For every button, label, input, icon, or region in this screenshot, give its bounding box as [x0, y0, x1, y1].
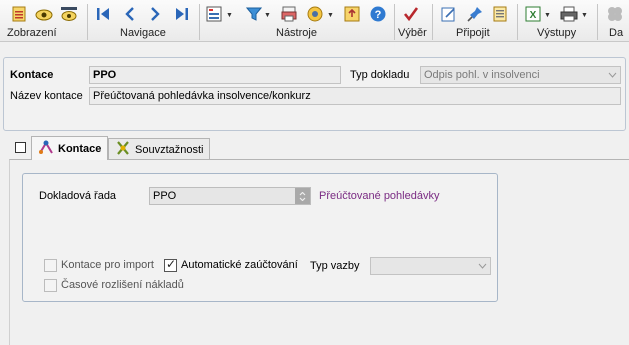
- casove-rozliseni-checkbox[interactable]: [44, 279, 57, 292]
- print-setup-icon[interactable]: [280, 5, 298, 23]
- group-label-pripojit: Připojit: [456, 27, 490, 39]
- first-record-icon[interactable]: [95, 5, 113, 23]
- group-label-da: Da: [609, 27, 624, 39]
- chevron-down-icon[interactable]: ▼: [226, 12, 233, 19]
- toolbar-separator: [199, 4, 200, 40]
- list-eye-icon[interactable]: [60, 5, 78, 23]
- export-icon[interactable]: [343, 5, 361, 23]
- help-icon[interactable]: ?: [369, 5, 387, 23]
- toolbar-separator: [517, 4, 518, 40]
- svg-text:X: X: [530, 10, 537, 21]
- group-label-vyber: Výběr: [398, 27, 427, 39]
- group-label-zobrazeni: Zobrazení: [7, 27, 57, 39]
- typ-dokladu-select[interactable]: Odpis pohl. v insolvenci: [420, 66, 621, 84]
- group-label-nastroje: Nástroje: [276, 27, 317, 39]
- automaticke-zauctovani-label: Automatické zaúčtování: [181, 259, 298, 271]
- tab-panel-toggle-checkbox[interactable]: [15, 142, 26, 153]
- toolbar-separator: [597, 4, 598, 40]
- typ-vazby-label: Typ vazby: [310, 260, 360, 272]
- tab-strip: Kontace Souvztažnosti: [0, 136, 629, 160]
- typ-dokladu-label: Typ dokladu: [350, 69, 410, 81]
- toolbar-separator: [432, 4, 433, 40]
- tab-kontace[interactable]: Kontace: [31, 136, 109, 160]
- document-list-icon[interactable]: [491, 5, 509, 23]
- attach-pin-icon[interactable]: [466, 5, 484, 23]
- kontace-label: Kontace: [10, 69, 54, 81]
- kontace-pro-import-label: Kontace pro import: [61, 259, 154, 271]
- clover-icon[interactable]: [606, 5, 624, 23]
- tab-souvztaznosti[interactable]: Souvztažnosti: [108, 138, 211, 160]
- group-label-navigace: Navigace: [120, 27, 166, 39]
- chevron-down-icon: [478, 262, 487, 270]
- dokladova-rada-field[interactable]: PPO: [149, 187, 311, 205]
- toolbar-separator: [394, 4, 395, 40]
- preview-eye-icon[interactable]: [35, 5, 53, 23]
- ribbon-toolbar: Zobrazení Navigace ▼ ▼ ▼ ? Nástroje Výbě…: [0, 0, 629, 42]
- filter-icon[interactable]: [245, 5, 263, 23]
- toolbar-separator: [87, 4, 88, 40]
- chevron-down-icon: [608, 71, 617, 79]
- chevron-down-icon[interactable]: ▼: [327, 12, 334, 19]
- last-record-icon[interactable]: [172, 5, 190, 23]
- rada-lookup-button[interactable]: [295, 188, 310, 204]
- settings-calendar-icon[interactable]: [306, 5, 324, 23]
- chevron-down-icon[interactable]: ▼: [544, 12, 551, 19]
- souvztaznosti-tab-icon: [115, 140, 131, 159]
- excel-export-icon[interactable]: X: [524, 5, 542, 23]
- dokladova-rada-label: Dokladová řada: [39, 190, 117, 202]
- svg-text:?: ?: [375, 9, 382, 21]
- kontace-tab-icon: [38, 139, 54, 158]
- printer-icon[interactable]: [560, 5, 578, 23]
- next-record-icon[interactable]: [146, 5, 164, 23]
- automaticke-zauctovani-checkbox[interactable]: [164, 257, 177, 272]
- tab-kontace-label: Kontace: [58, 142, 102, 155]
- typ-vazby-select[interactable]: [370, 257, 491, 275]
- tab-souvztaznosti-label: Souvztažnosti: [135, 143, 204, 156]
- nazev-kontace-label: Název kontace: [10, 90, 83, 102]
- dokladova-rada-value: PPO: [153, 190, 177, 202]
- chevron-down-icon[interactable]: ▼: [264, 12, 271, 19]
- nazev-kontace-field[interactable]: Přeúčtovaná pohledávka insolvence/konkur…: [89, 87, 621, 105]
- casove-rozliseni-label: Časové rozlišení nákladů: [61, 279, 184, 291]
- kontace-field[interactable]: PPO: [89, 66, 341, 84]
- previous-record-icon[interactable]: [121, 5, 139, 23]
- select-check-icon[interactable]: [402, 5, 420, 23]
- columns-tool-icon[interactable]: [205, 5, 223, 23]
- chevron-down-icon[interactable]: ▼: [581, 12, 588, 19]
- edit-note-icon[interactable]: [440, 5, 458, 23]
- dokladova-rada-description: Přeúčtované pohledávky: [319, 190, 440, 202]
- kontace-pro-import-checkbox[interactable]: [44, 259, 57, 272]
- typ-dokladu-value: Odpis pohl. v insolvenci: [424, 69, 540, 81]
- group-label-vystupy: Výstupy: [537, 27, 577, 39]
- record-view-icon[interactable]: [10, 5, 28, 23]
